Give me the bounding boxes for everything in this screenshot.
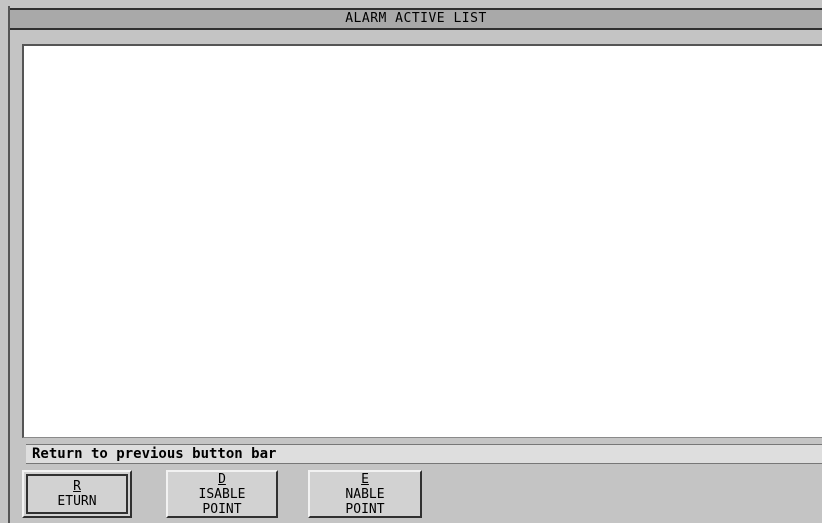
alarm-active-list[interactable]	[22, 44, 822, 438]
enable-point-label-line1: E NABLE	[345, 472, 384, 502]
disable-point-label-line2: POINT	[202, 501, 242, 517]
window-frame-left	[8, 6, 10, 523]
status-text: Return to previous button bar	[32, 446, 277, 462]
enable-point-button[interactable]: E NABLE POINT	[308, 470, 422, 518]
disable-point-button[interactable]: D ISABLE POINT	[166, 470, 278, 518]
disable-point-label-line1: D ISABLE	[199, 472, 246, 502]
disable-mnemonic: D	[218, 471, 226, 487]
enable-label-rest: NABLE	[345, 486, 385, 502]
alarm-screen: ALARM ACTIVE LIST Return to previous but…	[0, 0, 822, 523]
disable-label-rest: ISABLE	[198, 486, 246, 502]
return-mnemonic: R	[73, 479, 81, 494]
status-bar: Return to previous button bar	[26, 444, 822, 464]
return-label-rest: ETURN	[57, 494, 97, 509]
return-button[interactable]: R ETURN	[22, 470, 132, 518]
enable-point-label-line2: POINT	[345, 501, 385, 517]
window-title: ALARM ACTIVE LIST	[345, 11, 487, 26]
enable-mnemonic: E	[361, 471, 369, 487]
return-button-label: R ETURN	[57, 479, 96, 509]
title-bar: ALARM ACTIVE LIST	[10, 8, 822, 30]
